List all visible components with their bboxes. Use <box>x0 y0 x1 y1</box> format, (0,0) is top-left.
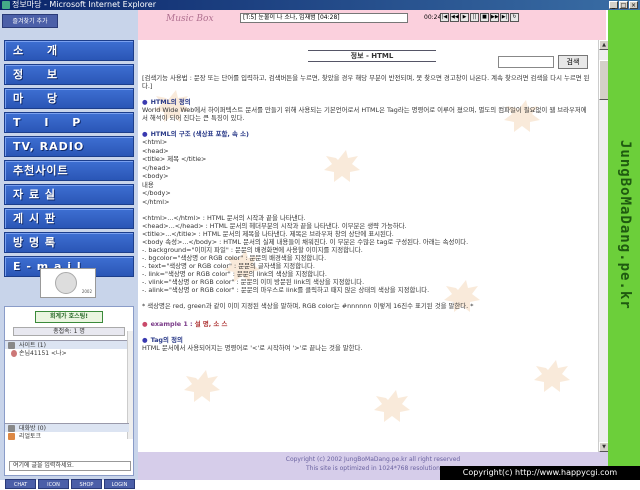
chat-site-group[interactable]: 사이트 (1) <box>5 340 133 349</box>
nav-recommended-sites[interactable]: 추천사이트 <box>4 160 134 181</box>
chat-site-label: 사이트 (1) <box>19 342 46 349</box>
footer-copyright: Copyright (c) 2002 JungBoMaDang.pe.kr al… <box>285 456 461 463</box>
nav-tip[interactable]: T I P <box>4 112 134 133</box>
code-line: <head> <box>142 146 169 155</box>
color-note: * 색상명은 red, green과 같이 이미 지정된 색상을 말하며, RG… <box>142 302 474 310</box>
main-content: 정보 - HTML 검색 [검색기능 사용법 : 문장 또는 단어를 입력하고,… <box>138 40 598 452</box>
forward-icon[interactable]: ▶▶ <box>490 13 499 22</box>
dog-icon <box>55 272 77 294</box>
section-heading: HTML의 정의 <box>142 98 592 106</box>
pause-icon[interactable]: || <box>470 13 479 22</box>
site-banner: JungBoMaDang.pe.kr <box>608 10 640 480</box>
add-favorite-button[interactable]: 즐겨찾기 추가 <box>2 14 58 28</box>
section-heading: Tag의 정의 <box>142 336 592 344</box>
page-scrollbar[interactable]: ▲ ▼ <box>598 40 609 452</box>
chat-user-item[interactable]: 손님41151 <나> <box>5 349 133 358</box>
code-line: </head> <box>142 163 171 172</box>
banner-text: JungBoMaDang.pe.kr <box>617 140 633 310</box>
list-item: <body 속성>...</body> : HTML 문서의 실제 내용들이 채… <box>142 238 469 246</box>
article-body: [검색기능 사용법 : 문장 또는 단어를 입력하고, 검색버튼을 누르면, 찾… <box>142 74 592 352</box>
left-sidebar: 즐겨찾기 추가 소 개 정 보 마 당 T I P TV, RADIO 추천사이… <box>0 10 138 489</box>
next-icon[interactable]: ▶| <box>500 13 509 22</box>
ie-icon <box>2 1 10 9</box>
tab-icon[interactable]: ICON <box>38 479 69 489</box>
list-item: -. vlink="색상명 or RGB color" : 문문의 이미 방문된… <box>142 278 365 286</box>
folder-icon <box>8 342 15 349</box>
play-icon[interactable]: ▶ <box>460 13 469 22</box>
chat-host-header: 회계가 호스팅! <box>35 311 103 323</box>
list-item: -. bgcolor="색상명 or RGB color" : 문문의 배경색을… <box>142 254 327 262</box>
nav-guestbook[interactable]: 방 명 록 <box>4 232 134 253</box>
window-title: 정보마당 - Microsoft Internet Explorer <box>12 0 156 9</box>
prev-icon[interactable]: |◀ <box>440 13 449 22</box>
list-item: -. background="이미지 파일" : 문문의 배경화면에 사용할 이… <box>142 246 363 254</box>
section-text: World Wide Web에서 하이퍼텍스트 문서를 만들기 위해 사용되는 … <box>142 106 587 122</box>
search-button[interactable]: 검색 <box>558 55 588 69</box>
mascot-image: 2002 <box>40 268 96 298</box>
chat-panel: 회계가 호스팅! 총접속: 1 명 사이트 (1) 손님41151 <나> 대화… <box>4 306 135 489</box>
tab-shop[interactable]: SHOP <box>71 479 102 489</box>
window-titlebar: 정보마당 - Microsoft Internet Explorer _ □ × <box>0 0 640 10</box>
nav-board[interactable]: 게 시 판 <box>4 208 134 229</box>
realtalk-icon <box>8 433 15 440</box>
list-item: <html>...</html> : HTML 문서의 시작과 끝을 나타낸다. <box>142 214 306 222</box>
chat-room-group[interactable]: 대화방 (0) <box>5 423 129 432</box>
nav-madang[interactable]: 마 당 <box>4 88 134 109</box>
user-icon <box>11 350 17 357</box>
section-text: HTML 문서에서 사용되어지는 명령어로 '<'로 시작하여 '>'로 끝나는… <box>142 344 363 352</box>
tab-chat[interactable]: CHAT <box>5 479 36 489</box>
example-line: example 1 : 설 명, 소 스 <box>142 320 592 328</box>
realtalk-label: 리얼토크 <box>19 433 42 440</box>
code-line: </html> <box>142 197 170 206</box>
nav-info[interactable]: 정 보 <box>4 64 134 85</box>
nav-tv-radio[interactable]: TV, RADIO <box>4 136 134 157</box>
list-item: <title>...</title> : HTML 문서의 제목을 나타낸다. … <box>142 230 394 238</box>
mascot-caption: 2002 <box>81 289 92 294</box>
stop-icon[interactable]: ■ <box>480 13 489 22</box>
chat-room-label: 대화방 (0) <box>19 425 46 432</box>
watermark-label: Copyright(c) http://www.happycgi.com <box>440 466 640 480</box>
section-heading: HTML의 구조 (색상표 포함, 속 소) <box>142 130 592 138</box>
example-label: example 1 : <box>150 320 193 328</box>
example-link[interactable]: 설 명, 소 스 <box>195 320 228 328</box>
song-select[interactable]: [T:5] 눈물이 나 소나, 임재범 [04:28] <box>240 13 408 23</box>
list-item: <head>...</head> : HTML 문서의 헤더부분의 시작과 끝을… <box>142 222 407 230</box>
code-line: <html> <box>142 138 168 146</box>
music-box-label: Music Box <box>166 14 214 24</box>
code-line: 내용 <box>142 180 154 189</box>
list-item: -. alink="색상명 or RGB color" : 문문의 마우스로 l… <box>142 286 430 294</box>
tab-login[interactable]: LOGIN <box>104 479 135 489</box>
list-item: -. text="색상명 or RGB color" : 문문의 글자색을 지정… <box>142 262 315 270</box>
player-controls: |◀ ◀◀ ▶ || ■ ▶▶ ▶| ↻ <box>440 13 519 22</box>
chat-user-name: 손님41151 <나> <box>19 350 67 357</box>
play-time: 00:24 <box>424 14 442 21</box>
list-item: -. link="색상명 or RGB color" : 문문의 link의 색… <box>142 270 327 278</box>
chat-tabs: CHAT ICON SHOP LOGIN <box>5 479 135 489</box>
code-sample: <html> <head> <title> 제목 </title> </head… <box>142 138 592 206</box>
chat-user-count: 총접속: 1 명 <box>13 327 125 336</box>
repeat-icon[interactable]: ↻ <box>510 13 519 22</box>
minimize-button[interactable]: _ <box>609 1 618 9</box>
search-input[interactable] <box>498 56 554 68</box>
nav-about[interactable]: 소 개 <box>4 40 134 61</box>
rewind-icon[interactable]: ◀◀ <box>450 13 459 22</box>
code-line: <title> 제목 </title> <box>142 155 207 163</box>
chat-room-icon <box>8 425 15 432</box>
main-nav: 소 개 정 보 마 당 T I P TV, RADIO 추천사이트 자 료 실 … <box>4 40 134 280</box>
maximize-button[interactable]: □ <box>619 1 628 9</box>
search-help: [검색기능 사용법 : 문장 또는 단어를 입력하고, 검색버튼을 누르면, 찾… <box>142 74 590 90</box>
music-box: Music Box [T:5] 눈물이 나 소나, 임재범 [04:28] 00… <box>138 10 606 40</box>
page-title: 정보 - HTML <box>308 50 436 62</box>
window-controls: _ □ × <box>609 1 638 9</box>
close-button[interactable]: × <box>629 1 638 9</box>
code-line: </body> <box>142 189 171 197</box>
nav-archive[interactable]: 자 료 실 <box>4 184 134 205</box>
realtalk-item[interactable]: 리얼토크 <box>5 432 129 441</box>
code-line: <body> <box>142 172 169 180</box>
chat-message-input[interactable]: 여기에 글을 입력하세요. <box>9 461 131 471</box>
